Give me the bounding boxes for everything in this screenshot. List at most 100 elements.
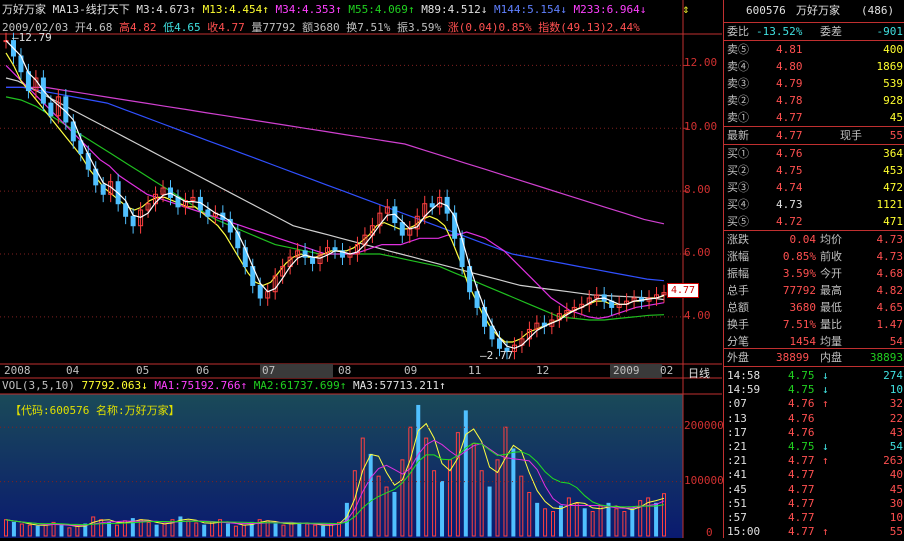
ask-volume: 928	[883, 94, 903, 107]
volume-bar	[416, 404, 421, 537]
up-arrow-icon: ↑	[407, 3, 415, 16]
volume-bar	[368, 453, 373, 537]
ask-label: 卖②	[727, 94, 749, 107]
stock-title: 600576 万好万家 (486)	[724, 0, 904, 22]
volume-bar	[440, 481, 445, 537]
up-arrow-icon: ↑	[335, 3, 342, 16]
stat-row: 振幅 3.59% 今开 4.68	[724, 265, 904, 282]
kline-chart-area[interactable]: 万好万家 MA13-线打天下 M3:4.673↑ M13:4.454↑ M34:…	[0, 0, 724, 539]
date-axis-label: 04	[66, 364, 80, 377]
date-axis-label: 08	[338, 364, 352, 377]
candle-body	[48, 102, 54, 117]
stat-value: 4.73	[876, 233, 904, 246]
date-axis-label: 2009	[613, 364, 640, 377]
stat-label: 换手	[727, 318, 749, 331]
down-arrow-icon: ↓	[560, 3, 567, 16]
stat-label: 最低	[820, 301, 842, 314]
volume-bar	[107, 521, 112, 537]
quote-low: 低4.65	[163, 21, 201, 34]
bid-volume: 1121	[876, 198, 904, 211]
candle-body	[205, 209, 211, 217]
down-arrow-icon: ↓	[480, 3, 488, 16]
bid-row: 买② 4.75 453	[724, 162, 904, 179]
current-price-marker: 4.77	[667, 283, 699, 298]
price-axis-label: 12.00	[684, 56, 718, 69]
ask-volume: 539	[883, 77, 903, 90]
stock-code: 600576	[746, 4, 786, 17]
stock-title-name: 万好万家	[796, 4, 840, 17]
ask-volume: 400	[883, 43, 903, 56]
period-selector[interactable]: 日线	[688, 365, 710, 381]
outer-inner-row: 外盘 38899 内盘 38893	[724, 349, 904, 366]
tick-price: 4.77	[788, 525, 815, 539]
stat-value: 4.65	[876, 301, 904, 314]
bid-row: 买① 4.76 364	[724, 145, 904, 162]
up-arrow-icon: ↑	[189, 3, 196, 16]
stat-label: 量比	[820, 318, 842, 331]
stat-row: 涨跌 0.04 均价 4.73	[724, 231, 904, 248]
stock-name: 万好万家	[2, 3, 46, 16]
stat-label: 总手	[727, 284, 749, 297]
candle-body	[489, 325, 495, 340]
bid-price: 4.75	[776, 164, 803, 177]
date-axis-label: 12	[536, 364, 550, 377]
price-axis-label: 4.00	[684, 309, 711, 322]
ask-volume: 45	[889, 111, 903, 124]
stat-value: 3680	[789, 301, 817, 314]
hand-value: 55	[889, 129, 903, 142]
up-arrow-icon: ↑	[439, 379, 446, 392]
ask-row: 卖⑤ 4.81 400	[724, 41, 904, 58]
up-arrow-icon: ↑	[822, 525, 829, 539]
volume-bar	[392, 491, 397, 537]
outer-label: 外盘	[727, 351, 749, 364]
date-axis-label: 2008	[4, 364, 31, 377]
up-arrow-icon: ↑	[262, 3, 269, 16]
quote-open: 开4.68	[74, 21, 113, 34]
bid-row: 买④ 4.73 1121	[724, 196, 904, 213]
volume-ma3: MA3:57713.211	[353, 379, 440, 392]
quote-line: 2009/02/03 开4.68 高4.82 低4.65 收4.77 量7779…	[2, 19, 640, 35]
chart-canvas[interactable]	[0, 0, 722, 538]
ask-price: 4.78	[776, 94, 803, 107]
ask-label: 卖⑤	[727, 43, 749, 56]
date-axis-label: 06	[196, 364, 210, 377]
candle-body	[63, 96, 69, 123]
ask-label: 卖④	[727, 60, 749, 73]
candle-body	[399, 222, 405, 236]
up-arrow-icon: ↑	[339, 379, 347, 392]
up-arrow-icon: ↑	[240, 379, 248, 392]
wb-label: 委比	[727, 25, 749, 38]
stock-code-label: 【代码:600576 名称:万好万家】	[10, 404, 180, 417]
candle-body	[497, 338, 502, 349]
date-axis-label: 09	[404, 364, 418, 377]
quote-turnover: 换7.51%	[346, 21, 391, 34]
ask-row: 卖① 4.77 45	[724, 109, 904, 126]
candle-body	[123, 203, 129, 217]
tick-time: 15:00	[727, 525, 761, 539]
stat-value: 4.68	[876, 267, 904, 280]
ask-price: 4.79	[776, 77, 803, 90]
volume-bar	[35, 525, 40, 537]
quote-volume: 量77792	[251, 21, 296, 34]
volume-bar	[273, 523, 278, 537]
stat-label: 今开	[820, 267, 842, 280]
hand-label: 现手	[840, 129, 862, 142]
scroll-arrows-icon[interactable]: ⇕	[679, 2, 693, 16]
quote-high: 高4.82	[118, 21, 157, 34]
volume-bar	[487, 486, 492, 537]
stat-value: 0.85%	[782, 250, 816, 263]
volume-bar	[606, 502, 611, 537]
ma-m34: M34:4.353	[275, 3, 336, 16]
price-axis-label: 8.00	[684, 183, 711, 196]
volume-bar	[321, 525, 326, 537]
volume-value: 77792.063	[81, 379, 142, 392]
last-price-row: 最新 4.77 现手 55	[724, 127, 904, 144]
volume-axis-label: 200000	[684, 419, 724, 432]
tick-row[interactable]: 15:00 4.77 ↑ 55	[724, 523, 904, 541]
stat-label: 均价	[820, 233, 842, 246]
quote-amplitude: 振3.59%	[396, 21, 442, 34]
candle-body	[257, 284, 263, 299]
indicator-name: MA13-线打天下	[52, 3, 130, 16]
ask-row: 卖③ 4.79 539	[724, 75, 904, 92]
wc-label: 委差	[820, 25, 842, 38]
